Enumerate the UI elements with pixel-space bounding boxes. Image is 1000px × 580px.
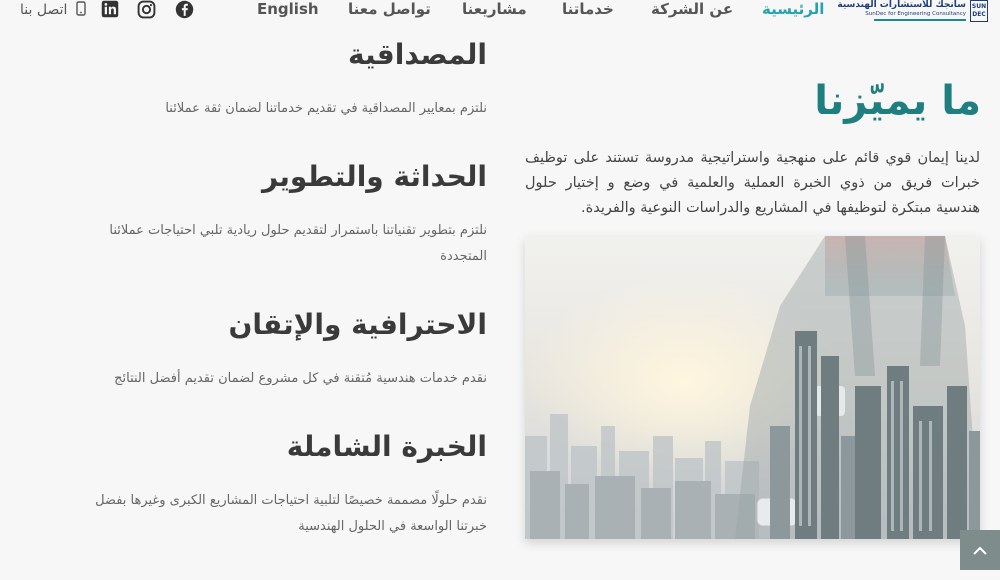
feature-title: المصداقية — [348, 38, 487, 71]
nav-home[interactable]: الرئيسية — [762, 0, 824, 20]
language-switch[interactable]: English — [257, 0, 319, 20]
feature-description: نقدم حلولًا مصممة خصيصًا لتلبية احتياجات… — [95, 493, 487, 534]
logo-underline — [874, 19, 966, 21]
feature-description: نقدم خدمات هندسية مُتقنة في كل مشروع لضم… — [114, 371, 487, 386]
logo[interactable]: SUN DEC سانجك للاستشارات الهندسية SunDec… — [837, 0, 988, 22]
section-paragraph: لدينا إيمان قوي قائم على منهجية واستراتي… — [525, 150, 980, 216]
feature-title: الحداثة والتطوير — [261, 160, 487, 193]
engineer-city-image — [525, 236, 980, 539]
scroll-to-top-button[interactable] — [960, 530, 1000, 570]
logo-arabic-text: سانجك للاستشارات الهندسية — [837, 0, 966, 10]
nav-services[interactable]: خدماتنا — [562, 0, 614, 20]
logo-english-text: SunDec for Engineering Consultancy — [865, 11, 966, 17]
feature-title: الخبرة الشاملة — [286, 430, 487, 463]
logo-mark: SUN DEC — [970, 0, 988, 22]
feature-description: نلتزم بمعايير المصداقية في تقديم خدماتنا… — [165, 101, 487, 116]
chevron-up-icon — [972, 541, 988, 560]
phone-icon — [76, 1, 86, 20]
nav-projects[interactable]: مشاريعنا — [462, 0, 527, 20]
linkedin-icon[interactable] — [101, 0, 119, 18]
nav-contact[interactable]: تواصل معنا — [348, 0, 431, 20]
nav-about[interactable]: عن الشركة — [651, 0, 733, 20]
site-header: SUN DEC سانجك للاستشارات الهندسية SunDec… — [0, 0, 1000, 26]
instagram-icon[interactable] — [137, 0, 156, 19]
feature-title: الاحترافية والإتقان — [228, 308, 488, 341]
call-us-link[interactable]: اتصل بنا — [20, 1, 86, 20]
section-title: ما يميّزنا — [814, 78, 981, 124]
call-us-label: اتصل بنا — [20, 2, 68, 18]
feature-description: نلتزم بتطوير تقنياتنا باستمرار لتقديم حل… — [109, 223, 487, 264]
facebook-icon[interactable] — [175, 0, 194, 19]
